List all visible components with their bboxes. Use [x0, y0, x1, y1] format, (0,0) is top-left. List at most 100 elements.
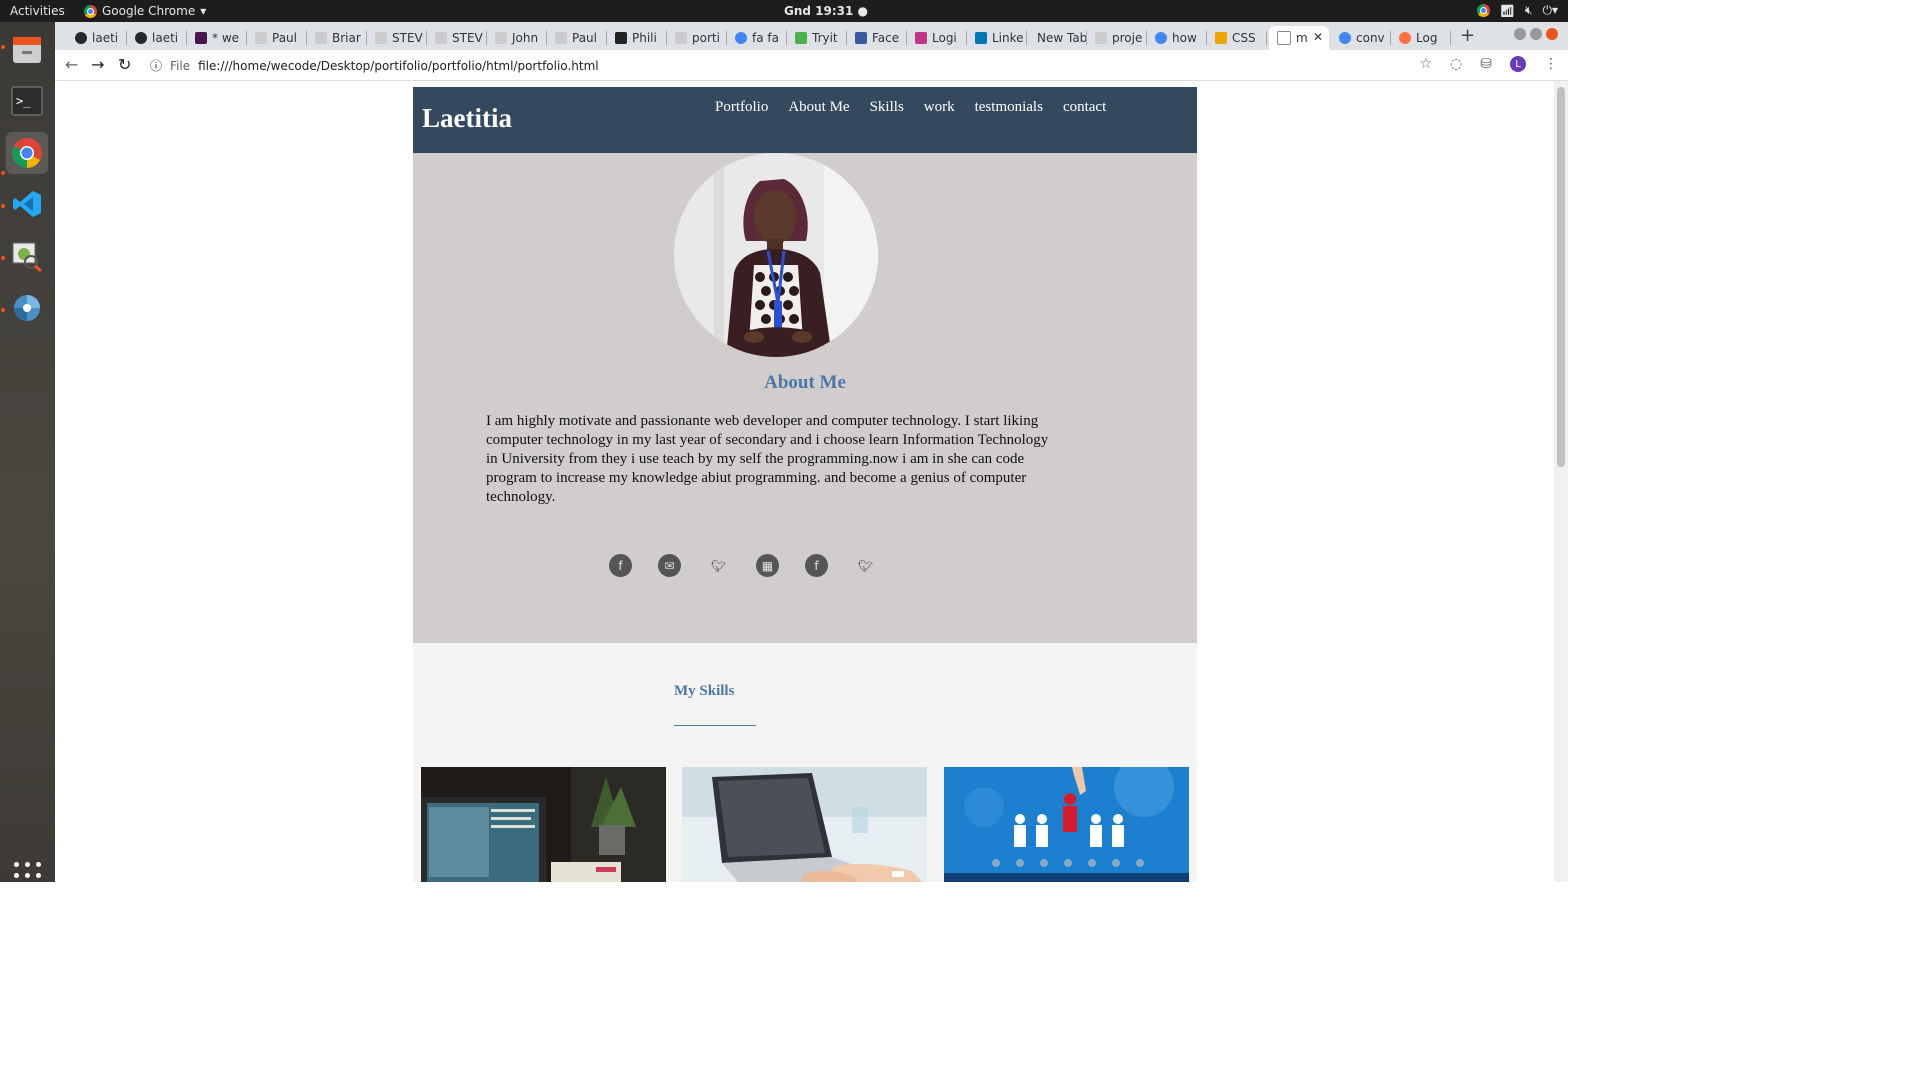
file-cabinet-icon	[13, 37, 41, 63]
loading-icon	[1399, 32, 1411, 44]
nav-work[interactable]: work	[924, 99, 955, 116]
tab[interactable]: STEV	[427, 26, 487, 50]
tab[interactable]: Tryit	[787, 26, 847, 50]
running-indicator	[1, 308, 5, 312]
system-top-bar: Activities Google Chrome ▾ Gnd 19:31 ● 📶…	[0, 0, 1568, 22]
show-apps-icon[interactable]	[14, 862, 42, 890]
back-icon[interactable]: ←	[65, 55, 78, 74]
tab[interactable]: CSS	[1207, 26, 1267, 50]
github-icon	[135, 32, 147, 44]
twitter-icon[interactable]: 🐦︎	[707, 554, 730, 577]
dock-files[interactable]	[6, 28, 48, 70]
close-window-button[interactable]	[1546, 28, 1558, 40]
tab[interactable]: conv	[1331, 26, 1391, 50]
tab[interactable]: * we	[187, 26, 247, 50]
facebook-icon	[855, 32, 867, 44]
skills-section: My Skills	[413, 643, 1197, 882]
about-text: I am highly motivate and passionante web…	[486, 413, 1049, 505]
tab[interactable]: Paul	[547, 26, 607, 50]
clock[interactable]: Gnd 19:31 ●	[784, 4, 868, 18]
chrome-icon	[12, 138, 42, 168]
maximize-button[interactable]	[1530, 28, 1542, 40]
system-tray[interactable]: 📶︎ 🔇︎ ⏻▾	[1476, 3, 1558, 18]
tab[interactable]: STEV	[367, 26, 427, 50]
site-header: Laetitia Portfolio About Me Skills work …	[413, 87, 1197, 153]
extension-icon[interactable]: ◌	[1450, 56, 1462, 72]
main-nav: Portfolio About Me Skills work testmonia…	[715, 99, 1106, 116]
dock-chrome[interactable]	[6, 132, 48, 174]
scrollbar-thumb[interactable]	[1557, 87, 1565, 467]
profile-photo	[674, 153, 878, 357]
skills-title: My Skills	[674, 683, 735, 699]
minimize-button[interactable]	[1514, 28, 1526, 40]
running-indicator	[1, 171, 5, 175]
twitter-icon[interactable]: 🐦︎	[854, 554, 877, 577]
running-indicator	[1, 45, 5, 49]
forward-icon[interactable]: →	[91, 55, 104, 74]
facebook-icon[interactable]: f	[805, 554, 828, 577]
nav-skills[interactable]: Skills	[870, 99, 904, 116]
nav-testimonials[interactable]: testmonials	[975, 99, 1043, 116]
close-icon[interactable]: ✕	[1313, 30, 1323, 44]
tab[interactable]: Linke	[967, 26, 1027, 50]
nav-about-me[interactable]: About Me	[788, 99, 849, 116]
skill-card-image[interactable]	[421, 767, 666, 882]
keyboard-layout-icon[interactable]: ⛁	[1480, 56, 1492, 72]
running-indicator	[1, 204, 5, 208]
social-links: f ✉ 🐦︎ ▦ f 🐦︎	[609, 554, 877, 577]
skill-card-image[interactable]	[944, 767, 1189, 882]
gmail-icon[interactable]: ▦	[756, 554, 779, 577]
brand-logo[interactable]: Laetitia	[422, 103, 512, 134]
tab[interactable]: porti	[667, 26, 727, 50]
tab[interactable]: laeti	[127, 26, 187, 50]
facebook-icon[interactable]: f	[609, 554, 632, 577]
philips-icon	[615, 32, 627, 44]
dock-terminal[interactable]: >_	[6, 80, 48, 122]
tutorialspoint-icon	[1215, 32, 1227, 44]
nav-portfolio[interactable]: Portfolio	[715, 99, 768, 116]
tab[interactable]: Paul	[247, 26, 307, 50]
dock-screenshot[interactable]	[6, 235, 48, 277]
bookmark-star-icon[interactable]: ☆	[1419, 56, 1432, 72]
url-scheme: File	[170, 58, 191, 73]
slack-icon	[195, 32, 207, 44]
tab[interactable]: Briar	[307, 26, 367, 50]
tab[interactable]: Face	[847, 26, 907, 50]
email-icon[interactable]: ✉	[658, 554, 681, 577]
tab[interactable]: Phili	[607, 26, 667, 50]
tab[interactable]: proje	[1087, 26, 1147, 50]
app-menu[interactable]: Google Chrome ▾	[84, 4, 206, 18]
portfolio-page: Laetitia Portfolio About Me Skills work …	[413, 87, 1197, 882]
page-icon	[555, 32, 567, 44]
nav-contact[interactable]: contact	[1063, 99, 1106, 116]
google-icon	[1339, 32, 1351, 44]
power-icon: ⏻▾	[1542, 3, 1558, 17]
skill-card-image[interactable]	[682, 767, 927, 882]
tab[interactable]: New Tab	[1027, 26, 1087, 50]
page-icon	[255, 32, 267, 44]
profile-avatar[interactable]: L	[1510, 56, 1526, 72]
tab[interactable]: fa fa	[727, 26, 787, 50]
page-scrollbar[interactable]	[1554, 81, 1568, 882]
tab[interactable]: Logi	[907, 26, 967, 50]
dock-shutter[interactable]	[6, 287, 48, 329]
tab[interactable]: laeti	[67, 26, 127, 50]
chrome-icon	[84, 4, 97, 18]
address-bar[interactable]: ⓘ File file:///home/wecode/Desktop/porti…	[150, 57, 599, 74]
tab[interactable]: how	[1147, 26, 1207, 50]
dock-vscode[interactable]	[6, 183, 48, 225]
new-tab-button[interactable]: +	[1460, 25, 1475, 46]
menu-kebab-icon[interactable]: ⋮	[1544, 56, 1558, 72]
tab[interactable]: John	[487, 26, 547, 50]
google-icon	[735, 32, 747, 44]
running-indicator	[1, 256, 5, 260]
linkedin-icon	[975, 32, 987, 44]
shutter-icon	[14, 295, 40, 321]
activities-button[interactable]: Activities	[10, 4, 65, 18]
tab[interactable]: Log	[1391, 26, 1451, 50]
tab-active[interactable]: m ✕	[1269, 26, 1329, 50]
about-section: About Me I am highly motivate and passio…	[413, 153, 1197, 643]
about-title: About Me	[764, 372, 846, 393]
w3schools-icon	[795, 32, 807, 44]
reload-icon[interactable]: ↻	[118, 55, 131, 74]
